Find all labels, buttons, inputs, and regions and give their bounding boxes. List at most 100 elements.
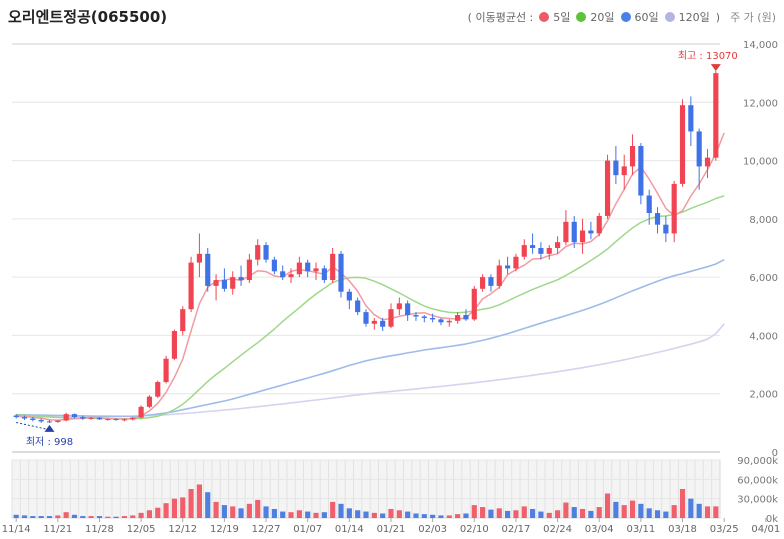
- volume-bar: [280, 511, 286, 518]
- low-annotation: 최저 : 998: [26, 436, 73, 448]
- volume-bar: [530, 508, 536, 518]
- candle-body: [121, 419, 128, 421]
- volume-bar: [121, 516, 128, 518]
- volume-bar: [363, 511, 369, 518]
- x-tick-label: 02/24: [543, 524, 572, 535]
- volume-bar: [505, 510, 511, 518]
- volume-bar: [196, 484, 202, 518]
- x-tick-label: 03/04: [585, 524, 614, 535]
- candle-body: [629, 146, 636, 167]
- candle-body: [388, 309, 394, 327]
- volume-bar: [438, 515, 444, 518]
- candle-body: [138, 406, 144, 418]
- volume-bar: [621, 505, 627, 518]
- x-tick-label: 11/28: [85, 524, 114, 535]
- volume-bar: [30, 516, 36, 518]
- volume-bar: [80, 516, 86, 518]
- x-tick-label: 12/05: [127, 524, 156, 535]
- price-tick-label: 6,000: [749, 273, 778, 284]
- volume-bar: [446, 515, 452, 518]
- candle-body: [38, 419, 44, 422]
- volume-bar: [571, 507, 577, 518]
- volume-bar: [388, 508, 394, 518]
- x-tick-label: 03/25: [710, 524, 739, 535]
- x-tick-label: 04/01: [751, 524, 780, 535]
- candle-body: [405, 303, 411, 316]
- candle-body: [346, 291, 352, 301]
- price-tick-label: 8,000: [749, 215, 778, 226]
- x-tick-label: 01/07: [293, 524, 322, 535]
- ma120-line: [16, 323, 725, 418]
- candle-body: [55, 420, 61, 422]
- x-tick-label: 11/14: [2, 524, 31, 535]
- volume-bar: [246, 503, 252, 518]
- volume-bar: [413, 513, 419, 518]
- volume-bar: [130, 515, 136, 518]
- candle-body: [280, 271, 286, 278]
- volume-bar: [513, 510, 519, 518]
- volume-bar: [663, 511, 669, 518]
- candle-body: [271, 259, 277, 272]
- candle-body: [638, 146, 644, 196]
- candle-body: [679, 105, 686, 184]
- volume-bar: [455, 514, 461, 518]
- candle-body: [296, 262, 302, 275]
- volume-bar: [430, 514, 436, 518]
- volume-bar: [346, 508, 352, 518]
- volume-bar: [146, 510, 153, 518]
- volume-bar: [271, 508, 277, 518]
- candle-body: [463, 315, 469, 320]
- candle-body: [205, 253, 211, 286]
- candle-body: [471, 288, 477, 320]
- volume-bar: [471, 505, 477, 518]
- ma5-line: [16, 132, 725, 421]
- volume-bar: [238, 508, 244, 518]
- candle-body: [521, 245, 527, 257]
- candle-body: [105, 419, 111, 421]
- volume-bar: [288, 512, 294, 518]
- high-annotation: 최고 : 13070: [678, 50, 738, 62]
- volume-bar: [113, 516, 119, 518]
- candle-body: [163, 358, 169, 383]
- candle-body: [213, 280, 219, 286]
- volume-bar: [579, 508, 586, 518]
- volume-bar: [46, 516, 53, 518]
- x-tick-label: 02/17: [502, 524, 531, 535]
- low-marker: [44, 424, 55, 432]
- volume-bar: [63, 512, 69, 518]
- candle-body: [654, 213, 661, 225]
- volume-bar: [96, 516, 103, 518]
- candle-body: [71, 414, 78, 418]
- stock-chart[interactable]: 02,0004,0006,0008,00010,00012,00014,0000…: [0, 0, 784, 539]
- volume-bar: [55, 515, 61, 518]
- candle-body: [613, 160, 619, 176]
- candle-body: [380, 320, 386, 327]
- candle-body: [663, 224, 669, 234]
- volume-bar: [704, 506, 711, 518]
- volume-bar: [654, 510, 661, 518]
- volume-bar: [221, 505, 227, 518]
- candle-body: [713, 73, 719, 158]
- price-tick-label: 12,000: [743, 98, 778, 109]
- candle-body: [221, 280, 227, 289]
- candle-body: [671, 183, 677, 234]
- candle-body: [430, 317, 436, 320]
- volume-bar: [596, 507, 602, 518]
- candle-body: [21, 417, 28, 419]
- volume-tick-label: 60,000k: [737, 475, 778, 486]
- volume-bar: [629, 500, 636, 518]
- candle-body: [63, 414, 69, 421]
- volume-bar: [480, 507, 486, 518]
- candle-body: [563, 221, 569, 243]
- volume-bar: [554, 510, 561, 518]
- candle-body: [604, 160, 611, 216]
- volume-bar: [380, 513, 386, 518]
- x-tick-label: 11/21: [43, 524, 72, 535]
- candle-body: [513, 256, 519, 269]
- candle-body: [396, 303, 402, 310]
- low-guide-line: [16, 421, 46, 430]
- x-tick-label: 01/14: [335, 524, 364, 535]
- x-tick-label: 12/19: [210, 524, 239, 535]
- candle-body: [196, 253, 202, 263]
- candle-body: [230, 277, 236, 289]
